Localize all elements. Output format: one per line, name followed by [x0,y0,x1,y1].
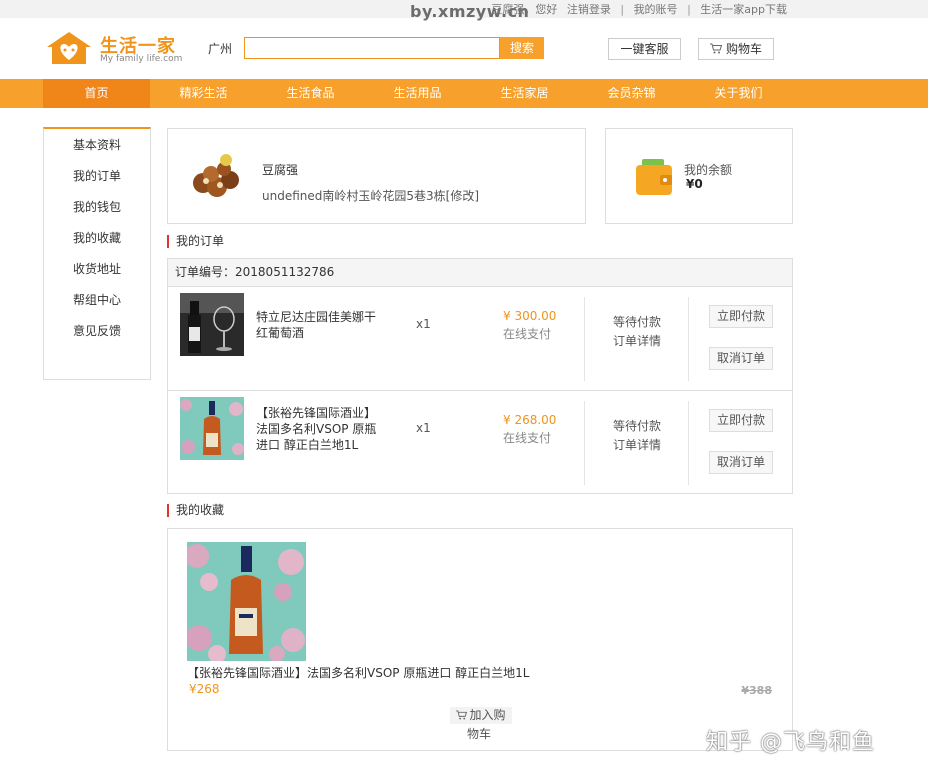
pay-now-button[interactable]: 立即付款 [709,305,773,328]
order-header: 订单编号：2018051132786 [168,259,792,287]
balance-card: 我的余额 ¥0 [605,128,793,224]
nav-item-food[interactable]: 生活食品 [257,79,364,108]
top-links: 豆腐强，您好 注销登录 | 我的账号 | 生活一家app下载 [488,1,790,17]
divider [688,297,689,381]
favorites-list: 【张裕先锋国际酒业】法国多名利VSOP 原瓶进口 醇正白兰地1L ¥268 ¥3… [167,528,793,751]
order-status: 等待付款 [613,419,662,433]
cart-icon [709,43,723,54]
nuts-avatar-image [186,147,244,205]
cancel-order-button[interactable]: 取消订单 [709,451,773,474]
brandy-bottle-image [187,542,306,661]
app-download-link[interactable]: 生活一家app下载 [700,3,787,16]
customer-service-button[interactable]: 一键客服 [608,38,681,60]
orders-list: 订单编号：2018051132786 特立尼达庄园佳美娜干红葡萄酒 x1 ¥ 3… [167,258,793,494]
product-image[interactable] [180,293,244,356]
order-detail-link[interactable]: 订单详情 [613,436,661,453]
nav-item-about[interactable]: 关于我们 [685,79,792,108]
product-image[interactable] [180,397,244,460]
nav-item-home-furnishing[interactable]: 生活家居 [471,79,578,108]
order-row: 【张裕先锋国际酒业】法国多名利VSOP 原瓶进口 醇正白兰地1L x1 ¥ 26… [168,390,792,494]
divider [584,297,585,381]
sidebar-item-profile[interactable]: 基本资料 [44,130,150,161]
avatar[interactable] [186,147,244,205]
pay-type: 在线支付 [503,327,552,341]
search-input[interactable] [244,37,500,59]
nav-item-goods[interactable]: 生活用品 [364,79,471,108]
favorites-section-title: 我的收藏 [167,504,224,517]
profile-name: 豆腐强 [262,163,299,177]
add-to-cart-label: 加入购 [469,708,506,722]
house-heart-icon [47,32,91,64]
search-button[interactable]: 搜索 [500,37,544,59]
balance-label: 我的余额 [684,163,733,177]
orders-section-title: 我的订单 [167,235,224,248]
account-sidebar: 基本资料 我的订单 我的钱包 我的收藏 收货地址 帮组中心 意见反馈 [43,127,151,380]
greeting-text: 豆腐强，您好 [491,3,558,16]
nav-item-member[interactable]: 会员杂锦 [578,79,685,108]
cart-button[interactable]: 购物车 [698,38,774,60]
top-bar: by.xmzyw.cn 豆腐强，您好 注销登录 | 我的账号 | 生活一家app… [0,0,928,21]
divider [584,401,585,485]
wine-bottle-image [180,293,244,356]
favorite-product-name[interactable]: 【张裕先锋国际酒业】法国多名利VSOP 原瓶进口 醇正白兰地1L [187,664,529,681]
product-quantity: x1 [416,421,431,435]
separator: | [687,3,691,16]
product-price: ¥ 268.00 [503,413,557,427]
favorite-product-price: ¥268 [189,682,220,696]
order-row: 特立尼达庄园佳美娜干红葡萄酒 x1 ¥ 300.00 在线支付 等待付款 订单详… [168,287,792,391]
product-name[interactable]: 特立尼达庄园佳美娜干红葡萄酒 [256,309,384,341]
sidebar-item-wallet[interactable]: 我的钱包 [44,192,150,223]
profile-address[interactable]: undefined南岭村玉岭花园5巷3栋[修改] [262,187,479,204]
divider [688,401,689,485]
pay-now-button[interactable]: 立即付款 [709,409,773,432]
logout-link[interactable]: 注销登录 [567,3,611,16]
sidebar-item-help[interactable]: 帮组中心 [44,285,150,316]
cancel-order-button[interactable]: 取消订单 [709,347,773,370]
brandy-bottle-image [180,397,244,460]
balance-value: ¥0 [686,177,703,191]
city-selector[interactable]: 广州 [208,40,232,57]
product-price: ¥ 300.00 [503,309,557,323]
sidebar-item-address[interactable]: 收货地址 [44,254,150,285]
cart-label: 购物车 [725,42,762,56]
favorite-original-price: ¥388 [741,684,772,697]
cart-icon [456,710,468,720]
favorite-product-image[interactable] [187,542,306,661]
add-to-cart-button[interactable]: 加入购 [450,707,512,724]
profile-card: 豆腐强 undefined南岭村玉岭花园5巷3栋[修改] [167,128,586,224]
product-name[interactable]: 【张裕先锋国际酒业】法国多名利VSOP 原瓶进口 醇正白兰地1L [256,405,384,453]
sidebar-item-orders[interactable]: 我的订单 [44,161,150,192]
main-nav: 首页 精彩生活 生活食品 生活用品 生活家居 会员杂锦 关于我们 [0,79,928,108]
order-no-label: 订单编号： [175,265,236,279]
my-account-link[interactable]: 我的账号 [634,3,678,16]
order-detail-link[interactable]: 订单详情 [613,332,661,349]
order-status: 等待付款 [613,315,662,329]
nav-item-life[interactable]: 精彩生活 [150,79,257,108]
order-no-value: 2018051132786 [235,265,335,279]
nav-item-home[interactable]: 首页 [43,79,150,108]
add-to-cart-label-line2[interactable]: 物车 [467,725,491,742]
pay-type: 在线支付 [503,431,552,445]
wallet-icon [636,159,672,195]
zhihu-watermark: 知乎 @飞鸟和鱼 [706,730,875,755]
product-quantity: x1 [416,317,431,331]
sidebar-item-feedback[interactable]: 意见反馈 [44,316,150,347]
logo-subtitle: My family life.com [100,54,183,64]
separator: | [620,3,625,16]
site-logo[interactable]: 生活一家 My family life.com [44,30,184,68]
sidebar-item-favorites[interactable]: 我的收藏 [44,223,150,254]
